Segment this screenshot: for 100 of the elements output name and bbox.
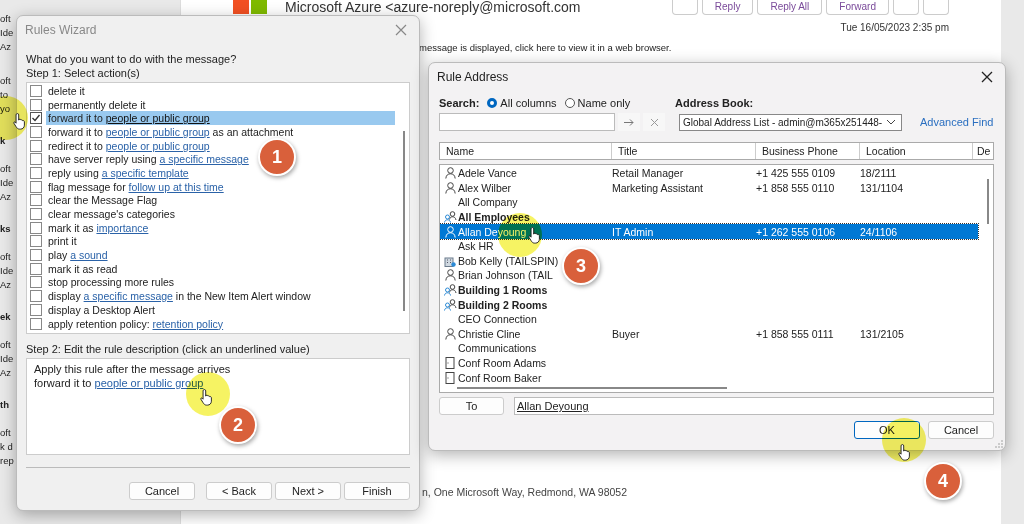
arrow-icon [623, 117, 635, 127]
action-text[interactable]: display [48, 290, 84, 303]
advanced-find-link[interactable]: Advanced Find [920, 116, 994, 128]
checkbox[interactable] [30, 180, 42, 193]
value-link[interactable]: people or public group [94, 376, 204, 390]
column-header[interactable]: Title [612, 143, 756, 159]
checkbox[interactable] [30, 84, 42, 97]
checkbox[interactable] [30, 235, 42, 248]
hand-cursor-icon [898, 443, 912, 461]
checkbox[interactable] [30, 249, 42, 262]
door-icon [445, 357, 455, 369]
mail-list-text: ks [0, 222, 12, 236]
action-text[interactable]: clear message's categories [48, 208, 175, 221]
scrollbar-thumb[interactable] [987, 179, 989, 224]
action-text[interactable]: reply using [48, 166, 102, 179]
checkbox[interactable] [30, 208, 42, 221]
address-book-dropdown[interactable]: Global Address List - admin@m365x251448- [679, 113, 902, 131]
dialog-button[interactable]: Cancel [129, 482, 195, 500]
contact-phone: +1 425 555 0109 [756, 167, 836, 180]
action-text[interactable]: have server reply using [48, 153, 160, 166]
resize-grip-icon[interactable] [995, 440, 1003, 448]
recipient-field[interactable]: Allan Deyoung [514, 397, 994, 415]
toolbar-button[interactable]: Forward [826, 0, 889, 15]
value-link[interactable]: people or public group [105, 125, 210, 138]
checkbox[interactable] [30, 153, 42, 166]
checkbox[interactable] [30, 303, 42, 316]
dialog-button[interactable]: Finish [344, 482, 410, 500]
scrollbar-thumb[interactable] [457, 387, 727, 389]
checkbox[interactable] [30, 276, 42, 289]
value-link[interactable]: people or public group [105, 112, 210, 125]
dialog-button[interactable]: < Back [206, 482, 272, 500]
checkbox[interactable] [30, 317, 42, 330]
toolbar-button[interactable]: Reply All [757, 0, 823, 15]
value-link[interactable]: a specific message [83, 290, 173, 303]
column-header[interactable]: Location [860, 143, 973, 159]
value-link[interactable]: retention policy [152, 317, 224, 330]
action-text[interactable]: print it [48, 235, 77, 248]
mail-list-text: oft [0, 162, 12, 176]
close-icon[interactable] [981, 71, 993, 83]
footer-text: n, One Microsoft Way, Redmond, WA 98052 [422, 486, 628, 498]
action-text[interactable]: clear the Message Flag [48, 194, 158, 207]
checkbox[interactable] [30, 221, 42, 234]
radio-option[interactable]: Name only [564, 97, 631, 109]
action-text[interactable]: mark it as [48, 221, 97, 234]
action-text[interactable]: redirect it to [48, 139, 106, 152]
action-text[interactable]: flag message for [48, 180, 129, 193]
value-link[interactable]: a specific template [101, 166, 189, 179]
contact-title: Marketing Assistant [612, 181, 704, 194]
value-link[interactable]: follow up at this time [128, 180, 224, 193]
to-button[interactable]: To [439, 397, 504, 415]
dialog-title: Rule Address [437, 70, 509, 84]
action-text[interactable]: apply retention policy: [48, 317, 153, 330]
column-header[interactable]: De [973, 143, 991, 159]
action-text[interactable]: forward it to [48, 125, 106, 138]
action-text[interactable]: play [48, 249, 71, 262]
go-button[interactable] [618, 113, 640, 131]
dialog-button[interactable]: Next > [275, 482, 341, 500]
value-link[interactable]: importance [96, 221, 149, 234]
contact-name: Building 2 Rooms [458, 298, 548, 311]
close-icon [649, 117, 659, 127]
mail-list-text: Ide [0, 264, 15, 278]
contact-phone: +1 858 555 0111 [756, 327, 834, 340]
selected-row-highlight[interactable]: Allan Deyoung IT Admin +1 262 555 0106 24/1106 [440, 224, 978, 239]
radio-option[interactable]: All columns [487, 97, 557, 109]
toolbar-button[interactable]: Reply [701, 0, 754, 15]
value-link[interactable]: a sound [70, 249, 108, 262]
dialog-button[interactable]: Cancel [928, 421, 994, 439]
chevron-down-icon [886, 119, 896, 125]
action-text[interactable]: permanently delete it [48, 98, 146, 111]
checkbox[interactable] [30, 112, 42, 125]
person-icon [444, 327, 456, 340]
action-text[interactable]: as an attachment [209, 125, 294, 138]
selected-row-highlight[interactable]: forward it to people or public group [46, 111, 395, 126]
search-field[interactable] [439, 113, 615, 131]
value-link[interactable]: a specific message [159, 153, 249, 166]
checkbox[interactable] [30, 262, 42, 275]
action-text[interactable]: delete it [48, 84, 85, 97]
value-link[interactable]: people or public group [105, 139, 210, 152]
logo-icon [233, 0, 267, 14]
checkbox[interactable] [30, 194, 42, 207]
checkbox[interactable] [30, 290, 42, 303]
action-text[interactable]: in the New Item Alert window [172, 290, 311, 303]
scrollbar-thumb[interactable] [403, 131, 405, 311]
step-label: Step 2: Edit the rule description (click an underlined value) [26, 342, 311, 356]
checkbox[interactable] [30, 166, 42, 179]
action-text[interactable]: stop processing more rules [48, 276, 175, 289]
clear-button[interactable] [643, 113, 665, 131]
action-text[interactable]: display a Desktop Alert [48, 303, 155, 316]
description-text: forward it to [34, 376, 93, 390]
contact-title: Retail Manager [612, 167, 684, 180]
checkbox[interactable] [30, 125, 42, 138]
contact-name: Allan Deyoung [458, 225, 527, 238]
contact-name: Conf Room Adams [458, 357, 547, 369]
column-header[interactable]: Name [440, 143, 612, 159]
action-text[interactable]: forward it to [48, 112, 106, 125]
checkbox[interactable] [30, 139, 42, 152]
action-text[interactable]: mark it as read [48, 262, 118, 275]
checkbox[interactable] [30, 98, 42, 111]
column-header[interactable]: Business Phone [756, 143, 860, 159]
contact-phone: +1 858 555 0110 [756, 181, 835, 194]
